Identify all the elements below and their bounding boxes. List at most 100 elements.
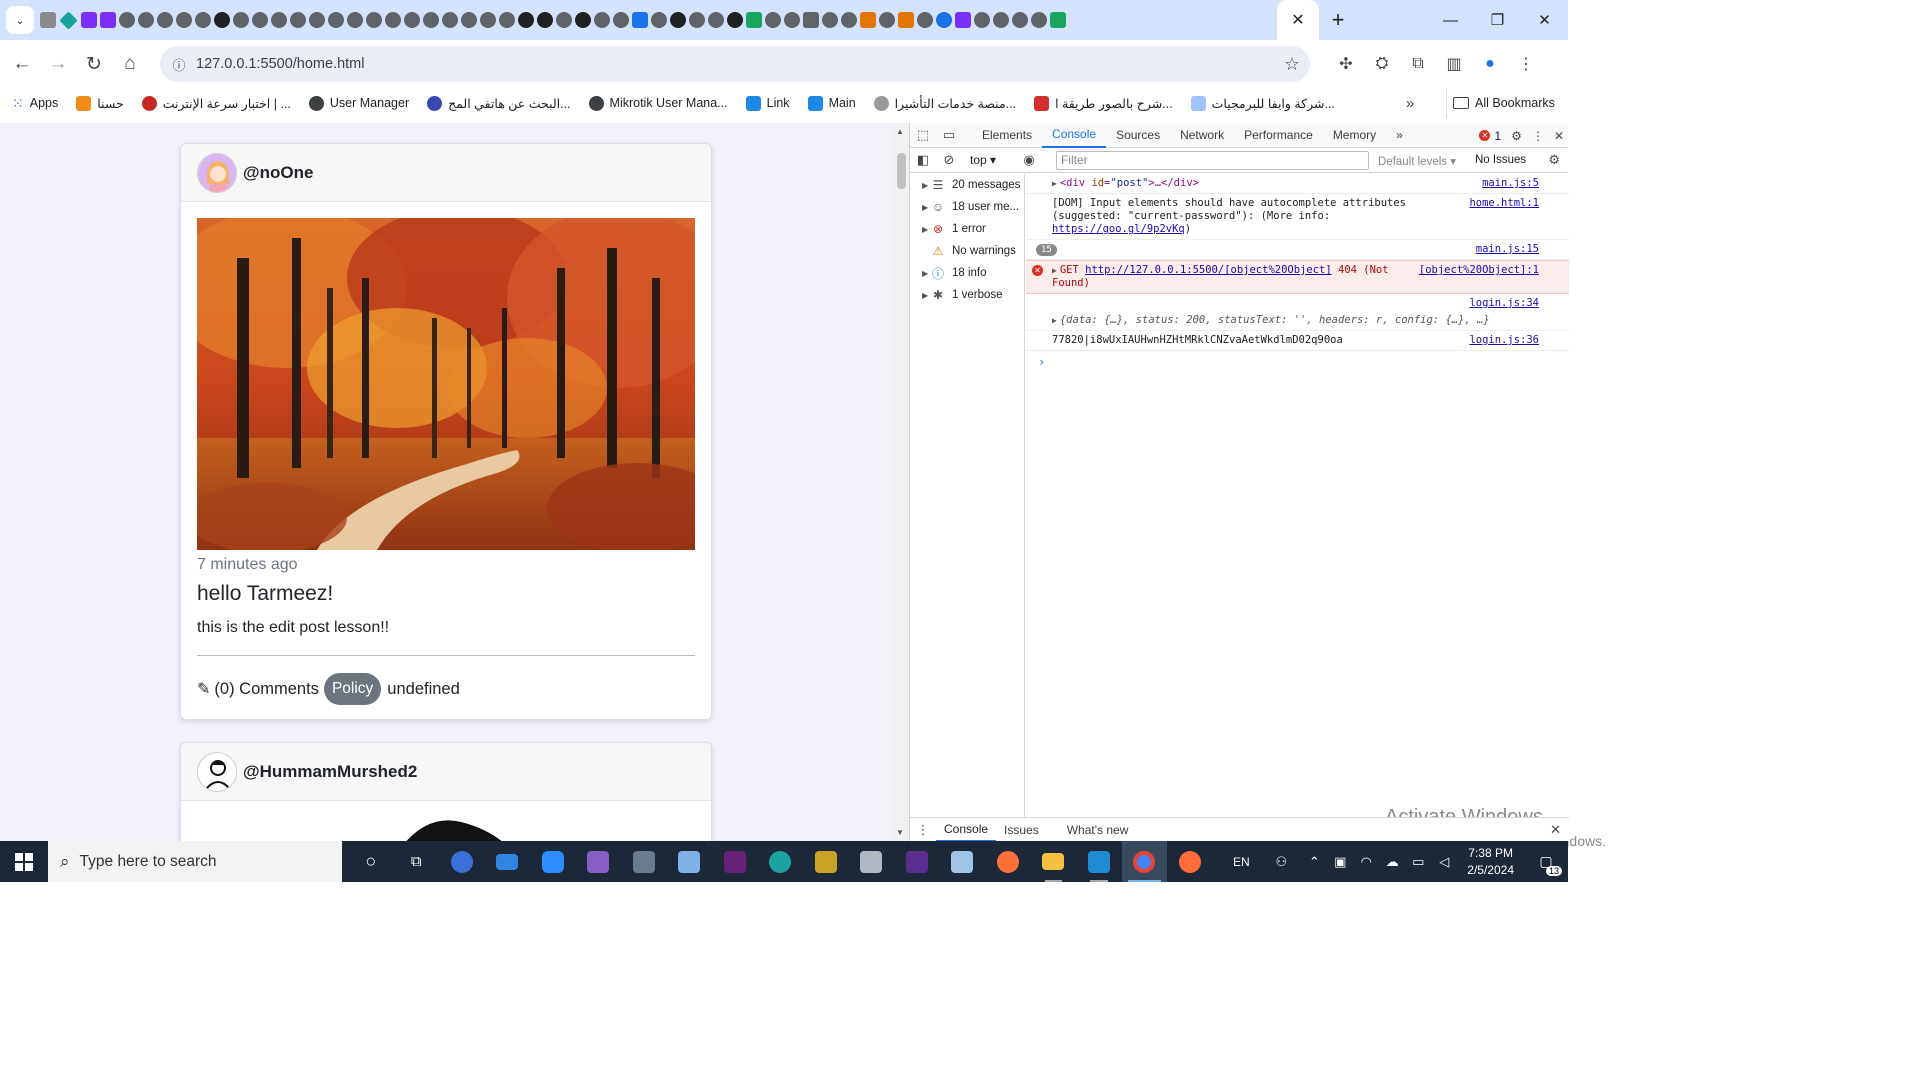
mail-icon[interactable] (485, 841, 531, 882)
tab-favicon[interactable] (784, 12, 800, 28)
cortana-icon[interactable]: ○ (348, 841, 394, 882)
tab-favicon[interactable] (59, 10, 78, 30)
restore-icon[interactable]: ❐ (1474, 0, 1521, 40)
bookmark-item[interactable]: Link (745, 95, 790, 111)
drawer-menu-icon[interactable]: ⋮ (910, 822, 936, 838)
3d-box-icon[interactable] (667, 841, 713, 882)
tab-search-button[interactable]: ⌄ (6, 6, 34, 34)
tab-favicon[interactable] (1012, 12, 1028, 28)
profile-avatar[interactable]: ● (1472, 48, 1508, 80)
bookmark-item[interactable]: البحث عن هاتفي المج... (427, 95, 571, 111)
sidebar-item-errors[interactable]: ▶ ⊗ 1 error (910, 218, 1024, 240)
log-request-url[interactable]: http://127.0.0.1:5500/[object%20Object] (1085, 264, 1332, 276)
tab-favicon[interactable] (1050, 12, 1066, 28)
tab-favicon[interactable] (689, 12, 705, 28)
console-error-row[interactable]: ✕ ▶ GET http://127.0.0.1:5500/[object%20O… (1026, 260, 1569, 294)
firefox-icon[interactable] (985, 841, 1031, 882)
error-count-badge[interactable]: ✕ 1 (1479, 129, 1501, 143)
forward-icon[interactable]: → (40, 46, 76, 82)
home-icon[interactable]: ⌂ (112, 46, 148, 82)
tab-favicon[interactable] (100, 12, 116, 28)
taskbar-search-box[interactable]: ⌕ Type here to search (48, 841, 342, 882)
taskbar-clock[interactable]: 7:38 PM 2/5/2024 (1467, 845, 1514, 879)
github-icon[interactable] (537, 12, 553, 28)
drawer-tab-console[interactable]: Console (936, 818, 997, 842)
phone-app-icon[interactable] (439, 841, 485, 882)
tab-console[interactable]: Console (1042, 123, 1107, 148)
visual-studio-icon[interactable] (894, 841, 940, 882)
tab-favicon[interactable] (252, 12, 268, 28)
side-panel-icon[interactable]: ▥ (1436, 48, 1472, 80)
expand-arrow-icon[interactable]: ▶ (910, 291, 928, 300)
expand-arrow-icon[interactable]: ▶ (910, 181, 928, 190)
url-text[interactable]: 127.0.0.1:5500/home.html (196, 56, 364, 72)
menu-kebab-icon[interactable]: ⋮ (1508, 48, 1544, 80)
bookmark-item[interactable]: Mikrotik User Mana... (588, 95, 728, 111)
post-username[interactable]: @HummamMurshed2 (243, 762, 417, 782)
snipping-tool-icon[interactable] (803, 841, 849, 882)
bookmark-item[interactable]: حسنا (76, 95, 124, 111)
expand-arrow-icon[interactable]: ▶ (1052, 316, 1057, 325)
puzzle-icon[interactable]: ⧉ (1400, 48, 1436, 80)
page-scrollbar[interactable]: ▲ ▼ (893, 123, 909, 841)
volume-icon[interactable]: ◁ (1431, 854, 1457, 870)
tab-favicon[interactable] (860, 12, 876, 28)
log-source-link[interactable]: login.js:36 (1469, 334, 1539, 347)
close-drawer-icon[interactable]: ✕ (1550, 822, 1561, 838)
bookmark-item[interactable]: شركة وايفا للبرمجيات... (1190, 95, 1335, 111)
console-filter-input[interactable]: Filter (1056, 151, 1369, 170)
drawer-tab-issues[interactable]: Issues (996, 818, 1047, 842)
log-link[interactable]: https://goo.gl/9p2vKq (1052, 223, 1185, 235)
clear-console-icon[interactable]: ⊘ (936, 152, 962, 168)
avatar[interactable] (197, 751, 237, 792)
more-options-icon[interactable]: ⋮ (1532, 129, 1544, 143)
postman-icon[interactable] (1167, 841, 1213, 882)
meet-now-icon[interactable]: ▣ (1327, 854, 1353, 870)
windows-start-icon[interactable] (0, 841, 48, 882)
tab-favicon[interactable] (594, 12, 610, 28)
bookmark-star-icon[interactable]: ☆ (1284, 54, 1300, 75)
close-window-icon[interactable]: ✕ (1521, 0, 1568, 40)
sidebar-item-info[interactable]: ▶ ⓘ 18 info (910, 262, 1024, 284)
github-icon[interactable] (518, 12, 534, 28)
sidebar-item-user-messages[interactable]: ▶ ☺ 18 user me... (910, 196, 1024, 218)
log-source-link[interactable]: main.js:15 (1476, 243, 1539, 256)
github-icon[interactable] (727, 12, 743, 28)
sidebar-item-messages[interactable]: ▶ ☰ 20 messages (910, 174, 1024, 196)
new-tab-button[interactable]: + (1323, 5, 1353, 35)
tab-favicon[interactable] (613, 12, 629, 28)
scroll-down-icon[interactable]: ▼ (896, 828, 904, 837)
console-log-row[interactable]: [DOM] Input elements should have autocom… (1026, 194, 1569, 240)
address-bar[interactable]: ⓘ 127.0.0.1:5500/home.html ☆ (160, 46, 1310, 82)
inspect-element-icon[interactable]: ⬚ (910, 127, 936, 143)
tab-favicon[interactable] (746, 12, 762, 28)
sidebar-item-warnings[interactable]: ⚠ No warnings (910, 240, 1024, 262)
more-tabs-icon[interactable]: » (1386, 123, 1413, 148)
bookmark-apps[interactable]: ⁙ Apps (12, 95, 58, 111)
file-explorer-icon[interactable] (1031, 841, 1077, 882)
tab-favicon[interactable] (157, 12, 173, 28)
tab-favicon[interactable] (271, 12, 287, 28)
log-levels-dropdown[interactable]: Default levels ▾ (1378, 154, 1456, 168)
minimize-icon[interactable]: — (1427, 0, 1474, 40)
tab-favicon[interactable] (233, 12, 249, 28)
chevron-up-icon[interactable]: ⌃ (1301, 854, 1327, 870)
language-indicator[interactable]: EN (1221, 855, 1261, 869)
expand-arrow-icon[interactable]: ▶ (910, 225, 928, 234)
tab-favicon[interactable] (499, 12, 515, 28)
close-devtools-icon[interactable]: ✕ (1554, 129, 1564, 143)
people-icon[interactable]: ⚇ (1261, 854, 1301, 870)
console-log-row[interactable]: ▶ <div id="post">…</div> main.js:5 (1026, 174, 1569, 194)
github-icon[interactable] (214, 12, 230, 28)
tab-favicon[interactable] (347, 12, 363, 28)
chrome-icon[interactable] (1121, 841, 1167, 882)
expand-arrow-icon[interactable]: ▶ (910, 269, 928, 278)
tab-favicon[interactable] (461, 12, 477, 28)
graduation-cap-icon[interactable] (575, 12, 591, 28)
log-source-link[interactable]: home.html:1 (1469, 197, 1539, 210)
tab-favicon[interactable] (195, 12, 211, 28)
settings-gear-icon[interactable]: ⚙ (1511, 129, 1522, 143)
task-view-icon[interactable]: ⧉ (394, 841, 440, 882)
post-card[interactable]: @noOne 7 minutes ago hello Tarmeez! this… (180, 143, 712, 720)
expand-arrow-icon[interactable]: ▶ (1052, 179, 1057, 188)
